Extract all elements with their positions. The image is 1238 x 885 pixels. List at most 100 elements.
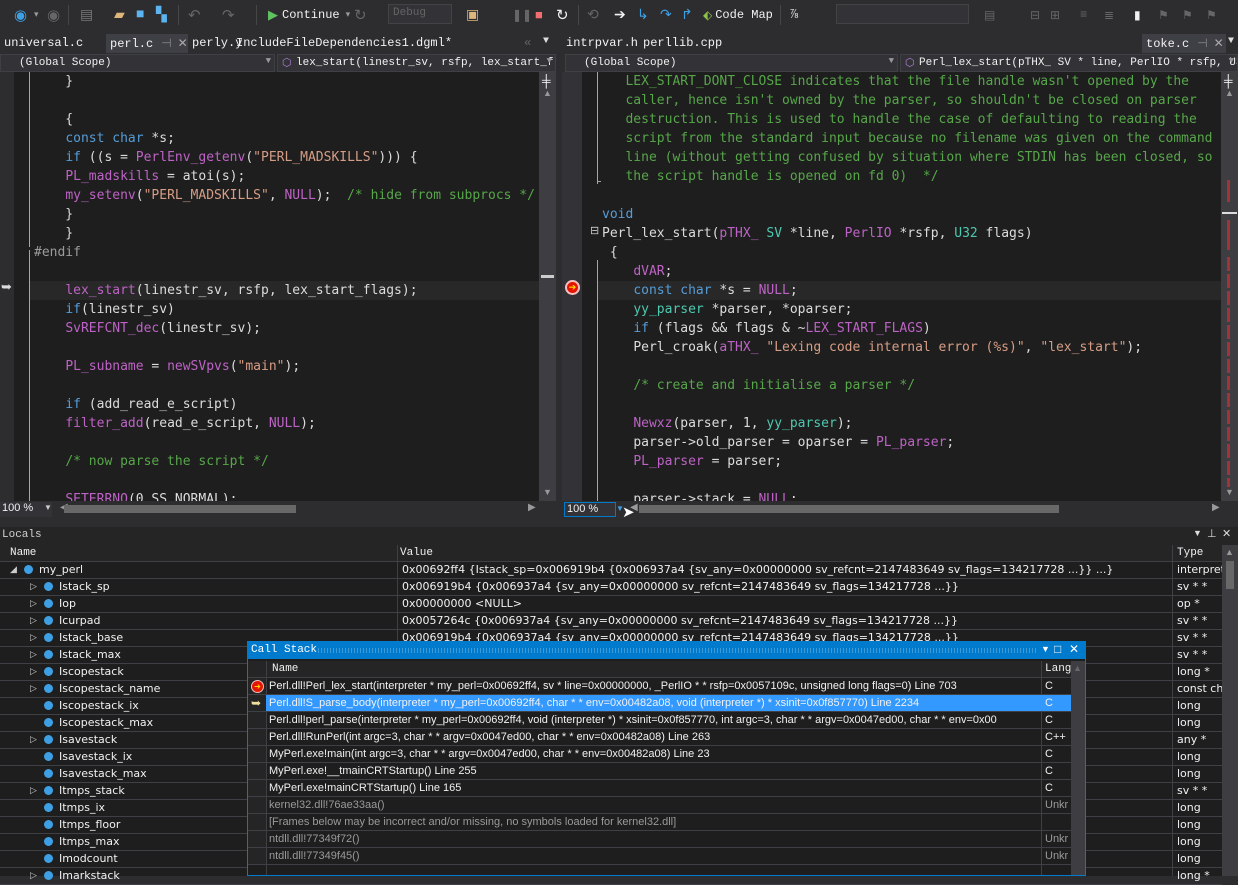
- scroll-up-icon[interactable]: ▲: [543, 88, 552, 98]
- scope-dropdown[interactable]: (Global Scope) ▼: [565, 54, 898, 72]
- column-header-type[interactable]: Type: [1177, 547, 1203, 559]
- next-bookmark-icon[interactable]: ⚑: [1182, 6, 1193, 24]
- break-all-icon[interactable]: ❚❚: [512, 6, 532, 24]
- scroll-left-icon[interactable]: ◀: [630, 502, 638, 513]
- locals-row[interactable]: ▷ Iop 0x00000000 <NULL> op *: [0, 596, 1222, 613]
- call-stack-frame[interactable]: MyPerl.exe!main(int argc=3, char * * arg…: [248, 746, 1071, 763]
- expander-icon[interactable]: ▷: [30, 630, 37, 646]
- navigate-back-icon[interactable]: ◉: [14, 6, 27, 25]
- step-into-icon[interactable]: ↳: [637, 6, 649, 24]
- expander-icon[interactable]: ▷: [30, 664, 37, 680]
- split-icon[interactable]: ╪: [1224, 74, 1233, 88]
- vertical-scrollbar[interactable]: ╪ ▲ ▼: [539, 72, 556, 501]
- solution-config-dropdown[interactable]: Debug: [388, 4, 452, 24]
- zoom-level-combo[interactable]: 100 %: [564, 502, 616, 517]
- scroll-up-icon[interactable]: ▲: [1225, 88, 1234, 98]
- align-left-icon[interactable]: ≡: [1080, 6, 1087, 24]
- pin-icon[interactable]: ⊣: [161, 37, 171, 51]
- locals-vertical-scrollbar[interactable]: ▲: [1222, 545, 1238, 876]
- bookmark-icon[interactable]: ▮: [1134, 6, 1141, 24]
- call-stack-frame[interactable]: Perl.dll!perl_parse(interpreter * my_per…: [248, 712, 1071, 729]
- navigate-forward-icon[interactable]: ◉: [47, 6, 60, 25]
- show-next-statement-icon[interactable]: ➔: [614, 6, 626, 24]
- scroll-up-icon[interactable]: ▲: [1073, 663, 1082, 673]
- call-stack-vertical-scrollbar[interactable]: ▲: [1071, 661, 1085, 875]
- call-stack-frame[interactable]: MyPerl.exe!mainCRTStartup() Line 165 C: [248, 780, 1071, 797]
- variable-value[interactable]: 0x006919b4 {0x006937a4 {sv_any=0x0000000…: [402, 579, 1170, 595]
- horizontal-scrollbar-thumb[interactable]: [64, 505, 296, 513]
- save-all-icon[interactable]: ▚: [156, 6, 167, 24]
- collapse-outline-icon[interactable]: ⊟: [590, 224, 599, 237]
- expander-icon[interactable]: ▷: [30, 868, 37, 884]
- call-stack-frame[interactable]: ➔ Perl.dll!Perl_lex_start(interpreter * m…: [248, 678, 1071, 695]
- scroll-up-icon[interactable]: ▲: [1225, 547, 1234, 557]
- continue-button[interactable]: ▶ Continue ▾: [268, 6, 350, 24]
- pin-icon[interactable]: ⊣: [1197, 37, 1207, 51]
- column-header-name[interactable]: Name: [10, 547, 36, 559]
- new-project-icon[interactable]: ▤: [80, 6, 93, 24]
- restart-dim-icon[interactable]: ↻: [354, 6, 367, 25]
- comment-icon[interactable]: ▤: [984, 6, 995, 24]
- member-dropdown[interactable]: ⬡ Perl_lex_start(pTHX_ SV * line, PerlIO …: [900, 54, 1238, 72]
- expander-icon[interactable]: ▷: [30, 681, 37, 697]
- step-out-icon[interactable]: ↱: [681, 6, 693, 24]
- tab-toke-c[interactable]: toke.c ⊣ ✕: [1142, 34, 1226, 53]
- expander-icon[interactable]: ▷: [30, 732, 37, 748]
- apply-code-changes-icon[interactable]: ⟲: [587, 6, 599, 24]
- scroll-right-icon[interactable]: ▶: [528, 502, 536, 513]
- expander-icon[interactable]: ▷: [30, 647, 37, 663]
- code-map-button[interactable]: ⬖ Code Map: [703, 6, 773, 24]
- restart-icon[interactable]: ↻: [556, 6, 569, 25]
- call-stack-frame[interactable]: ➥ Perl.dll!S_parse_body(interpreter * my_…: [248, 695, 1071, 712]
- expander-icon[interactable]: ▷: [30, 613, 37, 629]
- outdent-icon[interactable]: ⊞: [1050, 6, 1060, 24]
- right-code-editor[interactable]: ➔ ⊟ LEX_START_DONT_CLOSE indicates that …: [562, 72, 1238, 501]
- indent-icon[interactable]: ⊟: [1030, 6, 1040, 24]
- variable-value[interactable]: 0x0057264c {0x006937a4 {sv_any=0x0000000…: [402, 613, 1170, 629]
- step-over-icon[interactable]: ↷: [660, 6, 672, 24]
- call-stack-frame[interactable]: Perl.dll!RunPerl(int argc=3, char * * ar…: [248, 729, 1071, 746]
- expander-icon[interactable]: ◢: [10, 562, 17, 578]
- save-icon[interactable]: ■: [136, 6, 144, 24]
- zoom-dropdown-icon[interactable]: ▼: [44, 503, 52, 512]
- expander-icon[interactable]: ▷: [30, 783, 37, 799]
- hex-display-icon[interactable]: ⅞: [790, 6, 798, 24]
- call-stack-frame[interactable]: ntdll.dll!77349f45() Unkr: [248, 848, 1071, 865]
- left-code-editor[interactable]: ➥ } { const char *s; if ((s = PerlEnv_ge…: [0, 72, 556, 501]
- tab-list-dropdown-icon[interactable]: ▼: [543, 36, 549, 47]
- locals-row[interactable]: ▷ Icurpad 0x0057264c {0x006937a4 {sv_any=0…: [0, 613, 1222, 630]
- clear-bookmarks-icon[interactable]: ⚑: [1206, 6, 1217, 24]
- scroll-down-icon[interactable]: ▼: [1225, 487, 1234, 497]
- close-icon[interactable]: ✕: [1222, 527, 1231, 540]
- tab-list-dropdown-icon[interactable]: ▼: [1228, 36, 1234, 47]
- find-in-files-icon[interactable]: ▣: [466, 6, 479, 24]
- call-stack-frame[interactable]: kernel32.dll!76ae33aa() Unkr: [248, 797, 1071, 814]
- open-file-icon[interactable]: ▰: [114, 6, 125, 24]
- call-stack-titlebar[interactable]: Call Stack ▼ □ ✕: [248, 642, 1085, 659]
- member-dropdown[interactable]: ⬡ lex_start(linestr_sv, rsfp, lex_start_f…: [277, 54, 556, 72]
- column-header-name[interactable]: Name: [272, 663, 298, 675]
- column-header-value[interactable]: Value: [400, 547, 433, 559]
- split-icon[interactable]: ╪: [542, 74, 551, 88]
- vertical-scrollbar[interactable]: ╪ ▲ ▼: [1221, 72, 1238, 501]
- prev-bookmark-icon[interactable]: ⚑: [1158, 6, 1169, 24]
- expander-icon[interactable]: ▷: [30, 596, 37, 612]
- horizontal-scrollbar-thumb[interactable]: [639, 505, 1059, 513]
- window-menu-icon[interactable]: ▼: [1041, 644, 1050, 654]
- call-stack-frame[interactable]: MyPerl.exe!__tmainCRTStartup() Line 255 C: [248, 763, 1071, 780]
- align-right-icon[interactable]: ≣: [1104, 6, 1114, 24]
- call-stack-frame[interactable]: ntdll.dll!77349f72() Unkr: [248, 831, 1071, 848]
- expander-icon[interactable]: ▷: [30, 579, 37, 595]
- variable-value[interactable]: 0x00000000 <NULL>: [402, 596, 1170, 612]
- scrollbar-thumb[interactable]: [1226, 561, 1234, 589]
- locals-row[interactable]: ◢ my_perl 0x00692ff4 {Istack_sp=0x006919b4…: [0, 562, 1222, 579]
- find-combo[interactable]: [836, 4, 969, 24]
- tab-perl-c[interactable]: perl.c ⊣ ✕: [106, 34, 188, 53]
- tab-overflow-icon[interactable]: «: [524, 36, 531, 50]
- back-dropdown-icon[interactable]: ▾: [34, 6, 39, 24]
- scroll-down-icon[interactable]: ▼: [543, 487, 552, 497]
- stop-debugging-icon[interactable]: ■: [535, 6, 543, 24]
- scope-dropdown[interactable]: (Global Scope) ▼: [0, 54, 275, 72]
- tab-universal-c[interactable]: universal.c: [0, 34, 87, 53]
- locals-row[interactable]: ▷ Istack_sp 0x006919b4 {0x006937a4 {sv_any…: [0, 579, 1222, 596]
